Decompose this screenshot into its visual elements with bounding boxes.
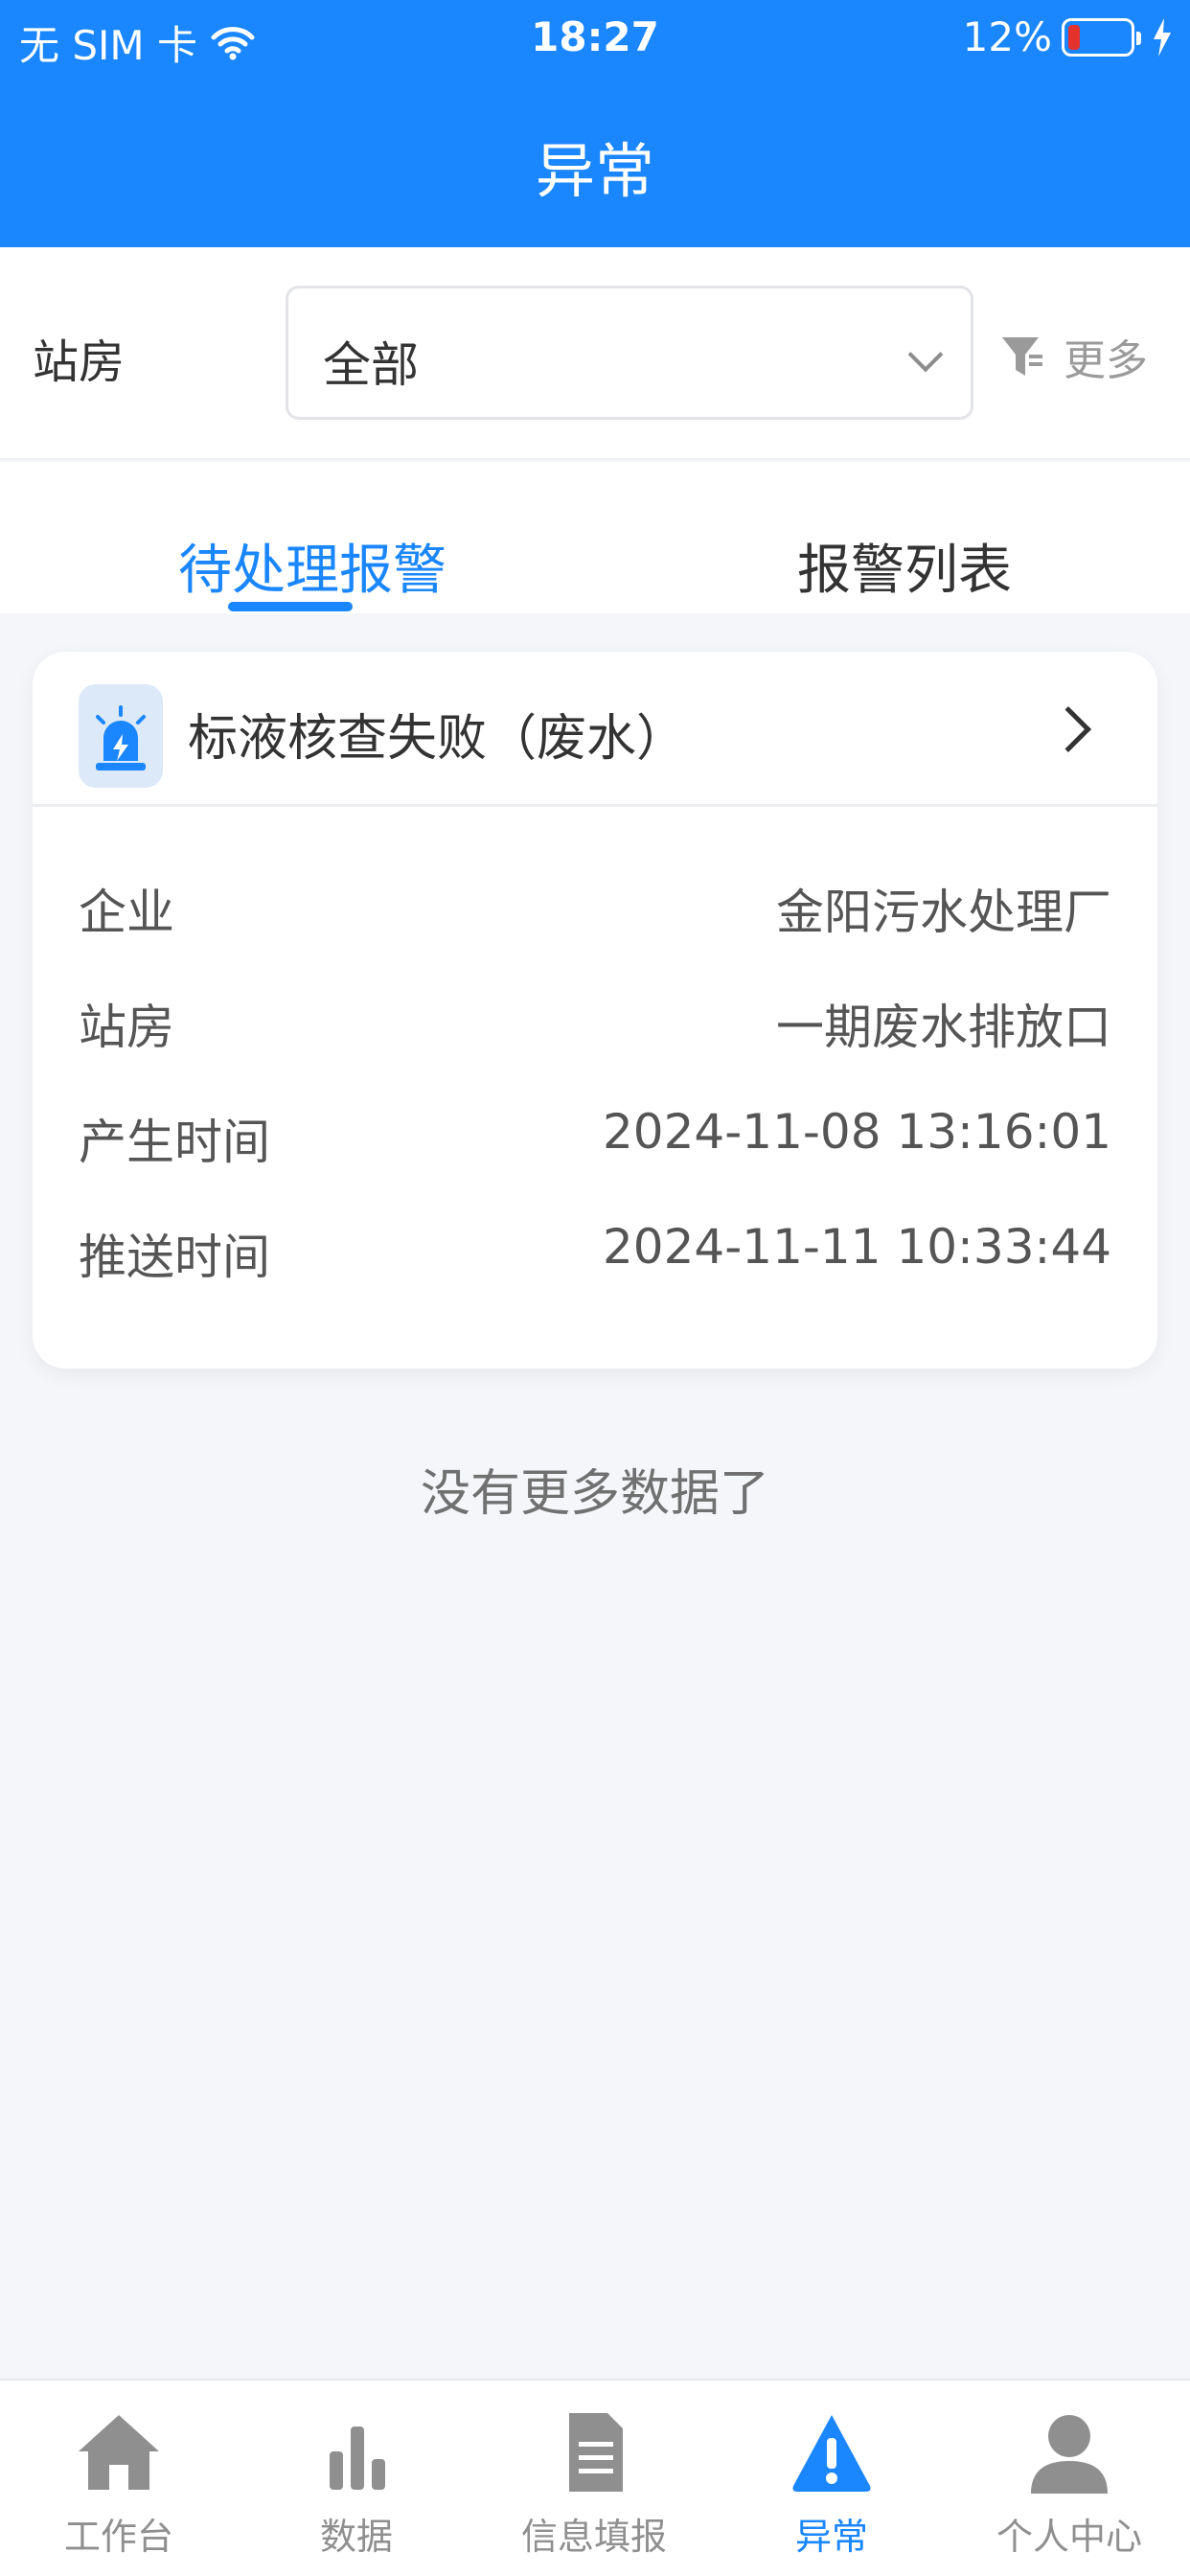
row-value: 一期废水排放口 bbox=[776, 1000, 1111, 1055]
nav-item-data[interactable]: 数据 bbox=[238, 2380, 475, 2576]
row-value: 2024-11-08 13:16:01 bbox=[602, 1104, 1111, 1160]
battery-percent: 12% bbox=[962, 13, 1052, 60]
page-title: 异常 bbox=[535, 136, 654, 206]
alarm-light-icon bbox=[79, 684, 163, 788]
more-filter-button[interactable]: 更多 bbox=[1000, 326, 1148, 387]
no-more-data-text: 没有更多数据了 bbox=[420, 1465, 769, 1523]
filter-row: 站房 全部 更多 bbox=[0, 247, 1190, 460]
tab-pending-alarms[interactable]: 待处理报警 bbox=[178, 527, 446, 605]
alarm-row-company: 企业 金阳污水处理厂 bbox=[79, 874, 1111, 951]
charging-bolt-icon bbox=[1154, 17, 1171, 57]
nav-label: 个人中心 bbox=[995, 2516, 1142, 2558]
nav-label: 信息填报 bbox=[520, 2516, 667, 2558]
nav-item-anomaly[interactable]: 异常 bbox=[713, 2380, 950, 2576]
row-value: 2024-11-11 10:33:44 bbox=[602, 1219, 1111, 1275]
alarm-title: 标液核查失败（废水） bbox=[188, 710, 687, 768]
bar-chart-icon bbox=[330, 2426, 385, 2490]
home-icon bbox=[79, 2415, 159, 2490]
alarm-card-header[interactable]: 标液核查失败（废水） bbox=[33, 652, 1157, 807]
nav-label: 异常 bbox=[794, 2516, 868, 2558]
alarm-row-station: 站房 一期废水排放口 bbox=[79, 989, 1111, 1066]
station-select-value: 全部 bbox=[323, 337, 419, 393]
nav-item-workbench[interactable]: 工作台 bbox=[0, 2380, 238, 2576]
chevron-down-icon bbox=[907, 336, 944, 373]
document-icon bbox=[569, 2413, 623, 2492]
nav-item-info-report[interactable]: 信息填报 bbox=[475, 2380, 713, 2576]
row-label: 站房 bbox=[79, 1000, 174, 1055]
user-icon bbox=[1031, 2415, 1108, 2494]
active-tab-indicator bbox=[228, 602, 353, 611]
tab-bar: 待处理报警 报警列表 bbox=[0, 462, 1190, 613]
nav-label: 工作台 bbox=[63, 2516, 173, 2558]
row-label: 企业 bbox=[79, 885, 174, 940]
nav-item-profile[interactable]: 个人中心 bbox=[950, 2380, 1188, 2576]
more-filter-label: 更多 bbox=[1064, 336, 1148, 385]
warning-icon bbox=[792, 2415, 871, 2492]
status-bar: 无 SIM 卡 18:27 12% bbox=[0, 0, 1190, 82]
filter-funnel-icon bbox=[1002, 337, 1042, 376]
row-label: 推送时间 bbox=[79, 1230, 270, 1285]
tab-alarm-list[interactable]: 报警列表 bbox=[797, 527, 1012, 605]
bottom-nav: 工作台 数据 信息填报 异常 个人中心 bbox=[0, 2379, 1190, 2576]
row-label: 产生时间 bbox=[79, 1115, 270, 1170]
row-value: 金阳污水处理厂 bbox=[776, 885, 1111, 940]
alarm-card[interactable]: 标液核查失败（废水） 企业 金阳污水处理厂 站房 一期废水排放口 产生时间 20… bbox=[33, 652, 1157, 1368]
nav-label: 数据 bbox=[319, 2516, 393, 2558]
header-bar: 无 SIM 卡 18:27 12% 异常 bbox=[0, 0, 1190, 247]
station-filter-label: 站房 bbox=[33, 335, 126, 389]
chevron-right-icon[interactable] bbox=[1044, 705, 1092, 753]
station-select[interactable]: 全部 bbox=[286, 286, 973, 420]
battery-icon bbox=[1062, 17, 1141, 57]
alarm-row-push-time: 推送时间 2024-11-11 10:33:44 bbox=[79, 1219, 1111, 1296]
status-right: 12% bbox=[963, 13, 1173, 60]
alarm-row-created-time: 产生时间 2024-11-08 13:16:01 bbox=[79, 1104, 1111, 1181]
